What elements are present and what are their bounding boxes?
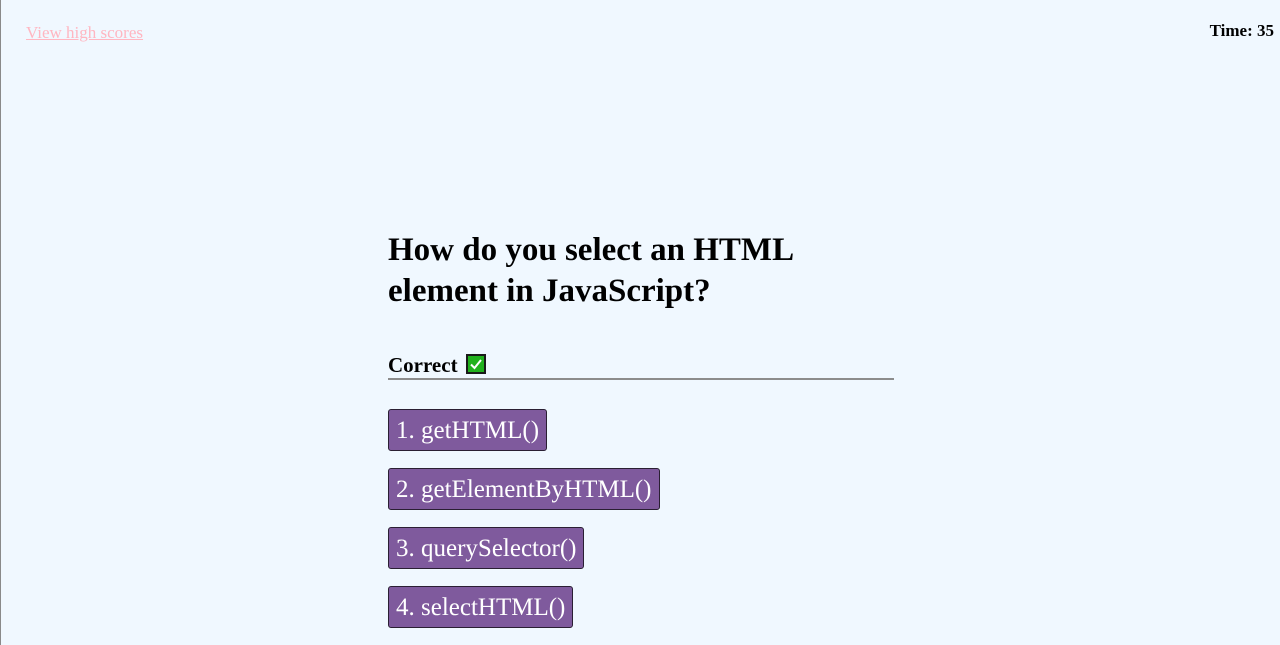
feedback-divider — [388, 378, 894, 380]
view-high-scores-link[interactable]: View high scores — [26, 23, 143, 43]
timer-display: Time: 35 — [1209, 21, 1274, 40]
quiz-container: How do you select an HTML element in Jav… — [388, 230, 894, 645]
answer-wrapper-2: 2. getElementByHTML() — [388, 468, 660, 527]
answer-button-3[interactable]: 3. querySelector() — [388, 527, 585, 569]
answer-button-4[interactable]: 4. selectHTML() — [388, 586, 574, 628]
window-left-border — [0, 0, 1, 645]
answer-button-1[interactable]: 1. getHTML() — [388, 409, 548, 451]
answer-wrapper-4: 4. selectHTML() — [388, 586, 574, 645]
feedback-label: Correct — [388, 353, 458, 377]
answer-button-2[interactable]: 2. getElementByHTML() — [388, 468, 660, 510]
question-text: How do you select an HTML element in Jav… — [388, 232, 793, 309]
answer-wrapper-3: 3. querySelector() — [388, 527, 585, 586]
answer-wrapper-1: 1. getHTML() — [388, 409, 548, 468]
answer-feedback: Correct — [388, 352, 894, 378]
check-mark-icon — [465, 354, 486, 374]
answer-list: 1. getHTML() 2. getElementByHTML() 3. qu… — [388, 409, 894, 645]
